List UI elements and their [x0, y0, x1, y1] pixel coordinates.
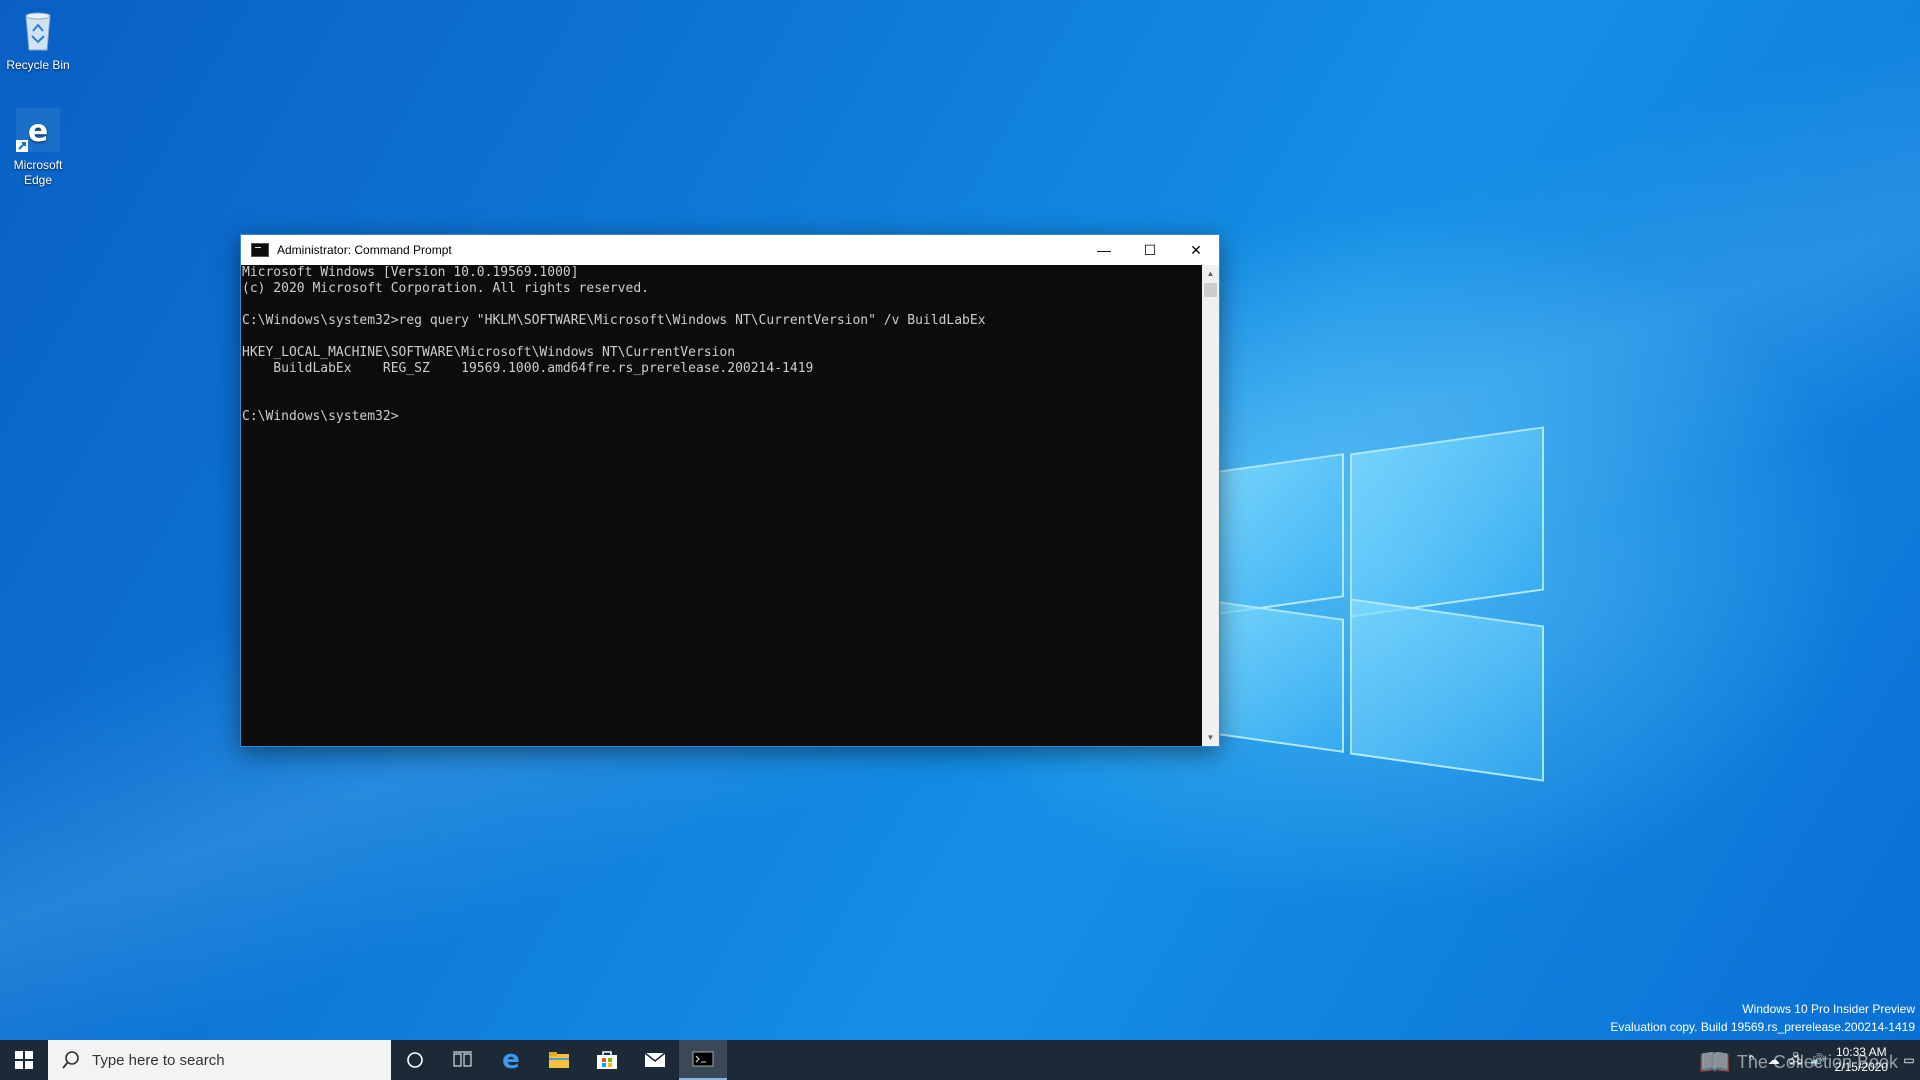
file-explorer-icon — [549, 1052, 569, 1068]
console-output[interactable]: Microsoft Windows [Version 10.0.19569.10… — [241, 265, 1202, 746]
collection-book-watermark: 📖 The Collection Book — [1699, 1047, 1898, 1078]
desktop-icon-edge[interactable]: e Microsoft Edge — [0, 106, 76, 188]
command-prompt-icon — [692, 1051, 714, 1067]
taskbar: Type here to search e ⌃ ☁ 🖧 🔊 10:33 AM 2… — [0, 1040, 1920, 1080]
console-line: BuildLabEx REG_SZ 19569.1000.amd64fre.rs… — [242, 361, 814, 376]
search-box[interactable]: Type here to search — [48, 1040, 391, 1080]
store-icon — [597, 1051, 617, 1069]
command-prompt-icon — [251, 243, 269, 257]
console-line: (c) 2020 Microsoft Corporation. All righ… — [242, 281, 649, 296]
book-logo-icon: 📖 — [1698, 1047, 1731, 1077]
edge-icon: e — [502, 1045, 520, 1075]
search-icon — [60, 1049, 82, 1071]
desktop-icon-label: Microsoft Edge — [13, 158, 63, 187]
cortana-button[interactable] — [391, 1040, 439, 1080]
console-line: C:\Windows\system32> — [242, 409, 399, 424]
notifications-icon[interactable]: ▭ — [1898, 1040, 1920, 1080]
taskbar-file-explorer-button[interactable] — [535, 1040, 583, 1080]
console-line: Microsoft Windows [Version 10.0.19569.10… — [242, 265, 579, 280]
taskbar-mail-button[interactable] — [631, 1040, 679, 1080]
evaluation-watermark: Windows 10 Pro Insider Preview Evaluatio… — [1610, 1000, 1915, 1036]
task-view-button[interactable] — [439, 1040, 487, 1080]
windows-logo-wallpaper — [1218, 420, 1548, 785]
edge-icon: e — [14, 106, 62, 154]
taskbar-edge-button[interactable]: e — [487, 1040, 535, 1080]
title-bar[interactable]: Administrator: Command Prompt — ☐ ✕ — [241, 235, 1219, 265]
search-placeholder: Type here to search — [92, 1051, 225, 1069]
desktop-icon-label: Recycle Bin — [6, 58, 70, 72]
brand-text: The Collection Book — [1736, 1052, 1898, 1072]
watermark-line-1: Windows 10 Pro Insider Preview — [1742, 1002, 1915, 1016]
mail-icon — [644, 1052, 666, 1067]
start-button[interactable] — [0, 1040, 48, 1080]
minimize-button[interactable]: — — [1081, 235, 1127, 265]
command-prompt-window[interactable]: Administrator: Command Prompt — ☐ ✕ Micr… — [240, 234, 1220, 747]
console-line: C:\Windows\system32>reg query "HKLM\SOFT… — [242, 313, 986, 328]
close-button[interactable]: ✕ — [1173, 235, 1219, 265]
scroll-down-arrow-icon[interactable]: ▼ — [1202, 729, 1219, 746]
recycle-bin-icon — [14, 6, 62, 54]
maximize-button[interactable]: ☐ — [1127, 235, 1173, 265]
svg-text:e: e — [28, 114, 48, 149]
desktop-icon-recycle-bin[interactable]: Recycle Bin — [0, 6, 76, 73]
task-view-icon — [453, 1051, 472, 1067]
console-line: HKEY_LOCAL_MACHINE\SOFTWARE\Microsoft\Wi… — [242, 345, 736, 360]
taskbar-command-prompt-button[interactable] — [679, 1040, 727, 1080]
vertical-scrollbar[interactable]: ▲ ▼ — [1202, 265, 1219, 746]
scrollbar-thumb[interactable] — [1204, 283, 1217, 297]
taskbar-store-button[interactable] — [583, 1040, 631, 1080]
window-title: Administrator: Command Prompt — [277, 243, 452, 257]
cortana-icon — [407, 1052, 423, 1068]
watermark-line-2: Evaluation copy. Build 19569.rs_prerelea… — [1610, 1020, 1915, 1034]
windows-start-icon — [15, 1051, 33, 1069]
scroll-up-arrow-icon[interactable]: ▲ — [1202, 265, 1219, 282]
